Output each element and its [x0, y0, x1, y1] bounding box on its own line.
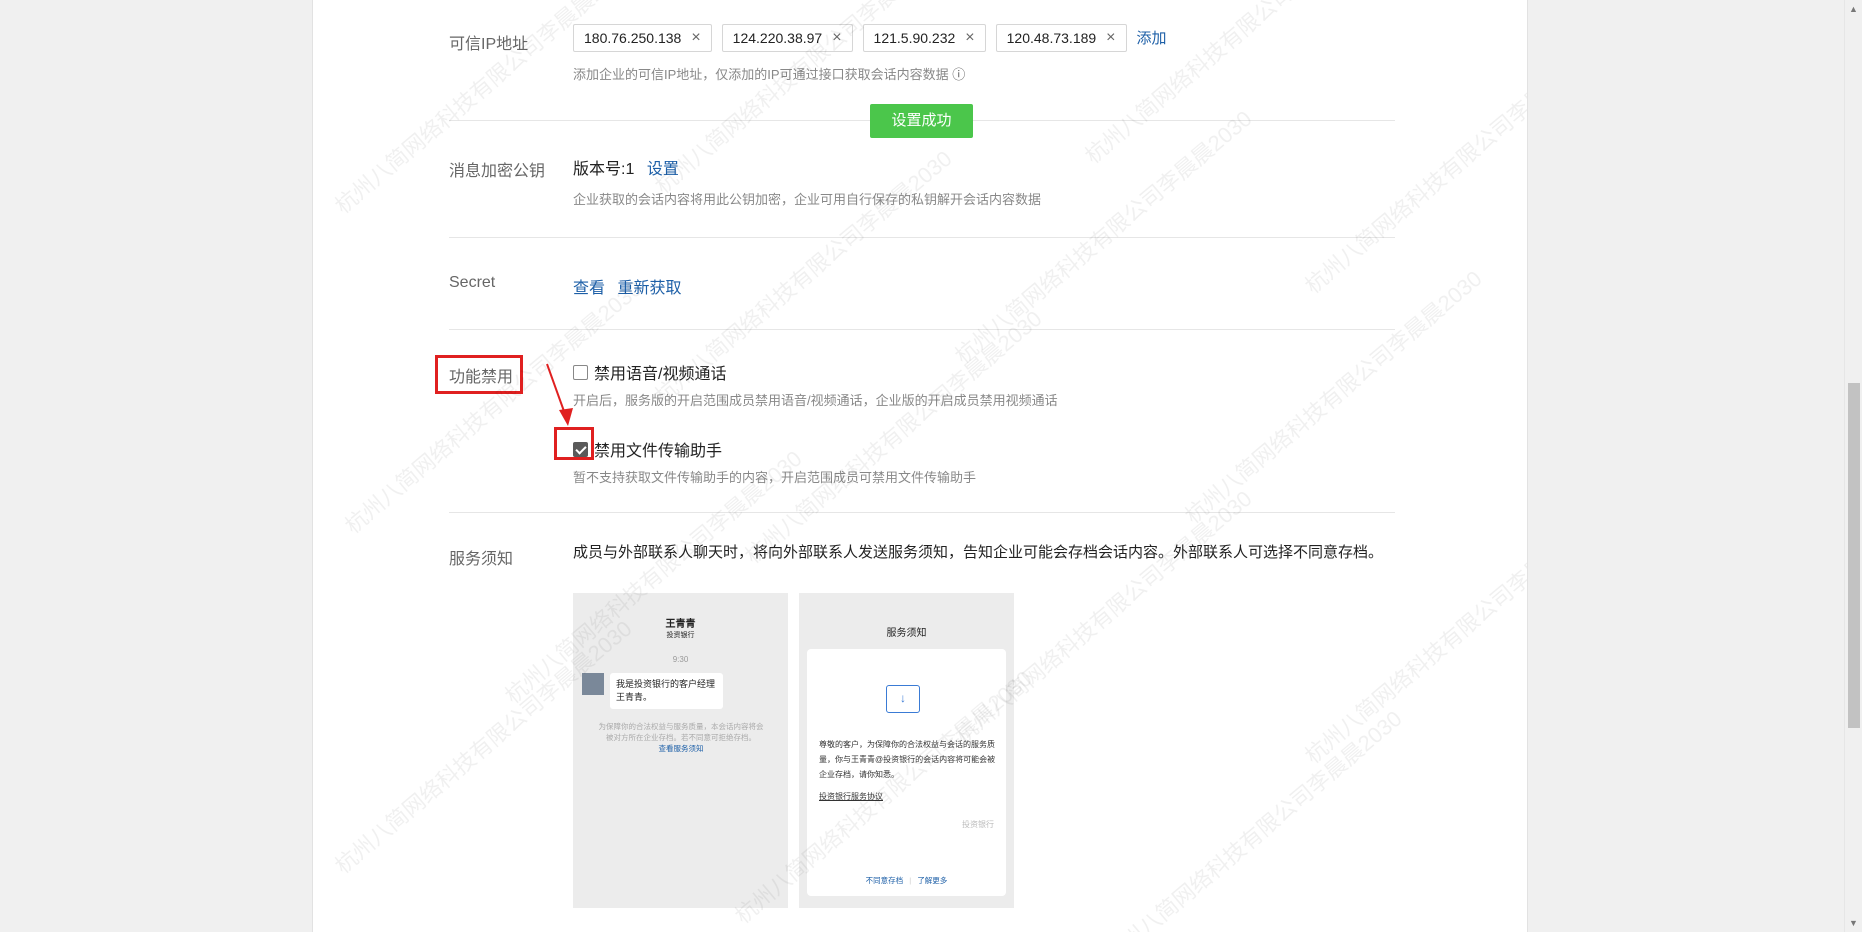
secret-row: Secret 查看 重新获取 — [449, 238, 1395, 330]
settings-panel: 可信IP地址 180.76.250.138 × 124.220.38.97 × 121.… — [312, 0, 1528, 932]
agreement-link[interactable]: 投资银行服务协议 — [819, 791, 883, 802]
view-secret-link[interactable]: 查看 — [573, 280, 605, 297]
disable-voice-option: 禁用语音/视频通话 开启后，服务版的开启范围成员禁用语音/视频通话，企业版的开启… — [573, 360, 1395, 409]
notice-actions: 不同意存档 | 了解更多 — [865, 876, 948, 885]
ip-tag: 124.220.38.97 × — [721, 24, 853, 52]
ip-value: 180.76.250.138 — [584, 30, 682, 46]
disable-voice-label: 禁用语音/视频通话 — [594, 366, 727, 383]
ip-tag: 121.5.90.232 × — [862, 24, 986, 52]
refresh-secret-link[interactable]: 重新获取 — [617, 280, 681, 297]
chat-time: 9:30 — [672, 655, 689, 664]
encryption-key-value: 版本号:1 设置 企业获取的会话内容将用此公钥加密，企业可用自行保存的私钥解开会… — [573, 155, 1395, 208]
contact-company: 投资银行 — [666, 632, 695, 639]
notice-preview: 服务须知 ↓ 尊敬的客户，为保障你的合法权益与会话的服务质量，你与王青青@投资银… — [799, 593, 1014, 908]
disagree-link[interactable]: 不同意存档 — [866, 876, 904, 885]
red-arrow-icon — [546, 363, 573, 426]
view-notice-link[interactable]: 查看服务须知 — [595, 743, 767, 754]
ip-tag: 120.48.73.189 × — [995, 24, 1127, 52]
ip-value: 121.5.90.232 — [873, 30, 956, 46]
chat-bubble: 我是投资银行的客户经理王青青。 — [610, 673, 723, 709]
trusted-ip-desc: 添加企业的可信IP地址，仅添加的IP可通过接口获取会话内容数据 ⓘ — [573, 64, 1395, 83]
set-key-link[interactable]: 设置 — [647, 161, 679, 178]
chat-preview: 王青青 投资银行 9:30 我是投资银行的客户经理王青青。 为保障你的合法权益与… — [573, 593, 788, 908]
archive-notice: 为保障你的合法权益与服务质量，本会话内容将会被对方所在企业存档。若不同意可拒绝存… — [595, 721, 767, 754]
encryption-key-desc: 企业获取的会话内容将用此公钥加密，企业可用自行保存的私钥解开会话内容数据 — [573, 192, 1042, 207]
ip-tag: 180.76.250.138 × — [573, 24, 712, 52]
service-notice-desc: 成员与外部联系人聊天时，将向外部联系人发送服务须知，告知企业可能会存档会话内容。… — [573, 544, 1384, 561]
scrollbar[interactable]: ▲ ▼ — [1844, 0, 1862, 932]
trusted-ip-list: 180.76.250.138 × 124.220.38.97 × 121.5.90.23… — [573, 24, 1395, 83]
notice-title: 服务须知 — [886, 628, 927, 639]
info-icon[interactable]: ⓘ — [952, 67, 965, 82]
contact-name: 王青青 — [665, 619, 696, 630]
archive-notice-text: 为保障你的合法权益与服务质量，本会话内容将会被对方所在企业存档。若不同意可拒绝存… — [598, 722, 764, 742]
disable-features-row: 功能禁用 禁用语音/视频通话 开启后，服务版的开启范围成员禁用语音/视频通话，企… — [449, 330, 1395, 513]
disable-voice-desc: 开启后，服务版的开启范围成员禁用语音/视频通话，企业版的开启成员禁用视频通话 — [573, 393, 1058, 408]
close-icon[interactable]: × — [832, 29, 841, 47]
trusted-ip-label: 可信IP地址 — [449, 36, 529, 53]
notice-body: 尊敬的客户，为保障你的合法权益与会话的服务质量，你与王青青@投资银行的会话内容将… — [819, 740, 996, 779]
scroll-thumb[interactable] — [1848, 383, 1860, 728]
trusted-ip-row: 可信IP地址 180.76.250.138 × 124.220.38.97 × 121.… — [449, 0, 1395, 121]
close-icon[interactable]: × — [1106, 29, 1115, 47]
secret-actions: 查看 重新获取 — [573, 274, 1395, 298]
notice-card: ↓ 尊敬的客户，为保障你的合法权益与会话的服务质量，你与王青青@投资银行的会话内… — [807, 649, 1006, 896]
scroll-down-icon[interactable]: ▼ — [1849, 918, 1858, 928]
success-toast: 设置成功 — [870, 104, 973, 138]
ip-value: 124.220.38.97 — [732, 30, 823, 46]
avatar — [582, 673, 604, 695]
trusted-ip-desc-text: 添加企业的可信IP地址，仅添加的IP可通过接口获取会话内容数据 — [573, 67, 949, 82]
label-highlight-box — [435, 355, 523, 394]
secret-label: Secret — [449, 274, 496, 291]
close-icon[interactable]: × — [965, 29, 974, 47]
add-ip-link[interactable]: 添加 — [1137, 30, 1167, 47]
learn-more-link[interactable]: 了解更多 — [917, 876, 947, 885]
key-version: 版本号:1 — [573, 161, 635, 178]
ip-value: 120.48.73.189 — [1006, 30, 1097, 46]
download-icon: ↓ — [886, 685, 920, 713]
scroll-up-icon[interactable]: ▲ — [1849, 4, 1858, 14]
service-notice-label: 服务须知 — [449, 551, 514, 568]
encryption-key-label: 消息加密公钥 — [449, 163, 546, 180]
checkbox-highlight-box — [554, 427, 594, 460]
disable-file-label: 禁用文件传输助手 — [594, 443, 723, 460]
disable-file-option: 禁用文件传输助手 暂不支持获取文件传输助手的内容，开启范围成员可禁用文件传输助手 — [573, 437, 1395, 486]
notice-company: 投资银行 — [962, 820, 994, 829]
disable-options: 禁用语音/视频通话 开启后，服务版的开启范围成员禁用语音/视频通话，企业版的开启… — [573, 360, 1395, 486]
close-icon[interactable]: × — [691, 29, 700, 47]
encryption-key-row: 消息加密公钥 版本号:1 设置 企业获取的会话内容将用此公钥加密，企业可用自行保… — [449, 121, 1395, 238]
disable-file-desc: 暂不支持获取文件传输助手的内容，开启范围成员可禁用文件传输助手 — [573, 470, 977, 485]
